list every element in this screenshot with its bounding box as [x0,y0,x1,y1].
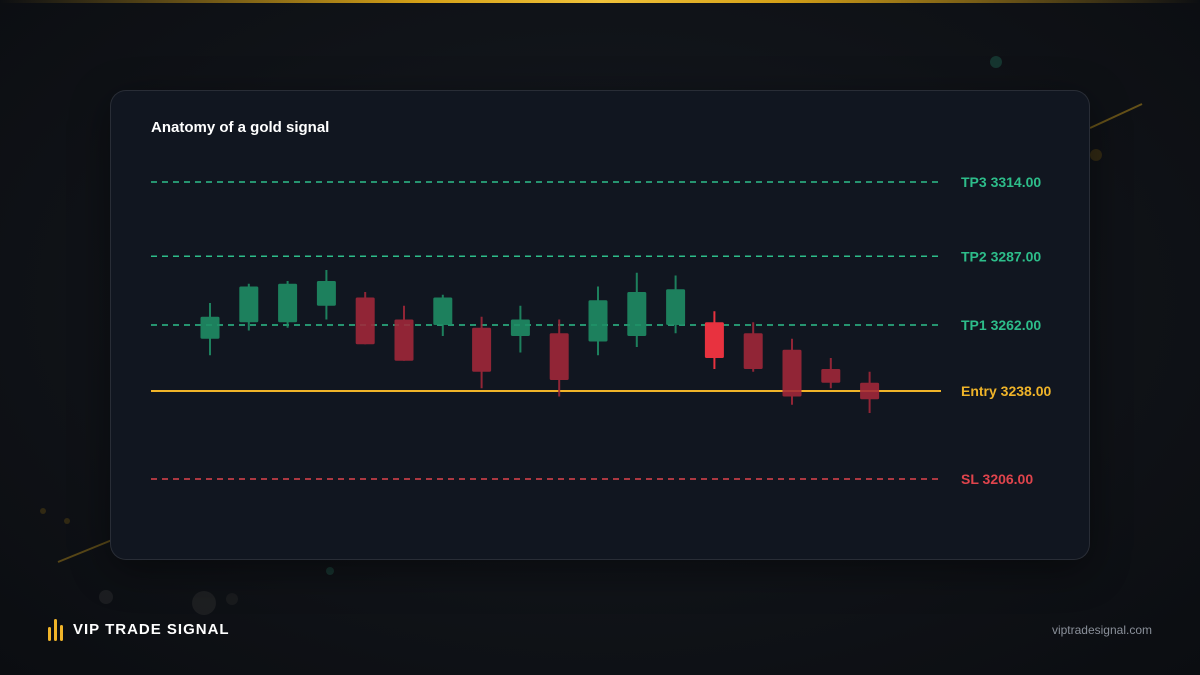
candle-body [821,369,841,383]
candle-body [472,327,492,372]
top-accent-line [0,0,1200,3]
signal-bars-icon [48,617,63,641]
candle [472,316,492,389]
candle-body [355,297,375,345]
level-label-tp2: TP2 3287.00 [961,248,1041,264]
candle-body [743,333,763,369]
level-label-tp3: TP3 3314.00 [961,174,1041,190]
candle-body [627,292,647,336]
candle [860,371,880,413]
level-label-sl: SL 3206.00 [961,471,1033,487]
candle [278,281,298,328]
candle [394,305,414,361]
candle-body [278,283,298,323]
candle-body [704,322,724,358]
candle-body [316,281,336,306]
candle [704,311,724,369]
candle [433,294,453,336]
site-url[interactable]: viptradesignal.com [1052,623,1152,637]
brand-logo[interactable]: VIP TRADE SIGNAL [48,617,230,641]
candle-body [588,300,608,342]
candle [200,303,220,356]
candle [782,338,802,405]
candle-body [510,319,530,336]
candle [510,305,530,353]
candle [627,272,647,347]
candle-body [200,316,220,339]
candle-body [782,349,802,397]
candle-body [549,333,569,380]
candle [666,275,686,334]
candle [821,358,841,389]
chart-card: Anatomy of a gold signal TP3 3314.00 TP2 … [110,90,1090,560]
level-label-tp1: TP1 3262.00 [961,317,1041,333]
candle-body [860,382,880,400]
candle [588,286,608,356]
candle-body [433,297,453,325]
level-label-entry: Entry 3238.00 [961,383,1051,399]
candle-body [239,286,259,323]
candle [316,270,336,320]
candlestick-chart: TP3 3314.00 TP2 3287.00 TP1 3262.00 Entry 3… [151,174,1051,487]
candle-body [666,289,686,325]
candle-body [394,319,414,361]
candle [549,319,569,397]
candle [743,322,763,372]
candle [355,292,375,345]
candle [239,283,259,331]
brand-name: VIP TRADE SIGNAL [73,620,230,638]
